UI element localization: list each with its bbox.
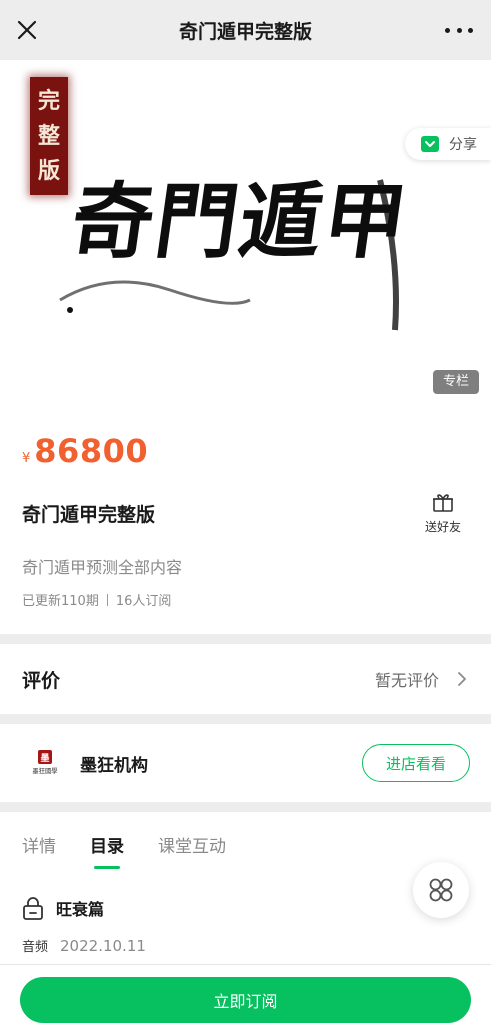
store-logo[interactable]: 墨 墨狂國學	[28, 746, 62, 780]
updated-count: 已更新110期	[22, 594, 99, 609]
divider	[106, 593, 108, 606]
lesson-item[interactable]: 旺衰篇	[22, 896, 104, 920]
share-label: 分享	[449, 137, 477, 153]
lesson-meta: 音频 2022.10.11	[22, 936, 146, 956]
share-button[interactable]: 分享	[405, 128, 491, 160]
floating-menu-button[interactable]	[413, 862, 469, 918]
tab-bar: 详情 目录 课堂互动	[0, 812, 491, 874]
course-info: ¥ 86800 奇门遁甲完整版 送好友 奇门遁甲预测全部内容 已更新110期 1…	[0, 406, 491, 634]
banner-calligraphy-title: 奇門遁甲	[65, 174, 415, 270]
price: ¥ 86800	[22, 432, 148, 470]
share-icon	[421, 136, 439, 152]
tab-catalog[interactable]: 目录	[90, 832, 124, 857]
course-title: 奇门遁甲完整版	[22, 504, 156, 526]
lock-icon	[23, 897, 43, 920]
grid-clover-icon	[429, 878, 453, 902]
lesson-title: 旺衰篇	[56, 900, 105, 919]
seal-char: 完	[37, 87, 60, 114]
store-row: 墨 墨狂國學 墨狂机构 进店看看	[0, 724, 491, 802]
currency-symbol: ¥	[22, 451, 31, 466]
price-value: 86800	[34, 432, 149, 470]
page-title: 奇门遁甲完整版	[178, 20, 312, 43]
close-icon[interactable]	[14, 17, 40, 43]
store-name[interactable]: 墨狂机构	[80, 751, 148, 776]
gift-to-friend-button[interactable]: 送好友	[421, 490, 465, 535]
course-banner: 完 整 版 奇門遁甲 分享 专栏	[0, 60, 491, 406]
active-tab-indicator	[94, 866, 120, 869]
visit-store-button[interactable]: 进店看看	[362, 744, 470, 782]
tab-details[interactable]: 详情	[22, 832, 56, 857]
review-label: 评价	[22, 669, 61, 692]
tab-class-interaction[interactable]: 课堂互动	[158, 832, 226, 857]
review-value: 暂无评价	[374, 671, 439, 690]
subscribe-button[interactable]: 立即订阅	[20, 977, 471, 1023]
course-meta: 已更新110期 16人订阅	[22, 590, 171, 609]
top-navbar: 奇门遁甲完整版	[0, 0, 491, 60]
more-icon[interactable]	[445, 20, 473, 40]
course-description: 奇门遁甲预测全部内容	[22, 558, 183, 577]
chevron-right-icon	[458, 672, 466, 686]
store-logo-text: 墨狂國學	[32, 767, 58, 775]
store-logo-mark: 墨	[38, 750, 52, 764]
column-tag: 专栏	[432, 370, 479, 394]
lesson-date: 2022.10.11	[60, 936, 146, 955]
review-row[interactable]: 评价 暂无评价	[0, 644, 491, 714]
bottom-bar: 立即订阅	[0, 964, 491, 1024]
seal-char: 整	[37, 122, 60, 149]
subscriber-count: 16人订阅	[115, 594, 172, 609]
gift-icon	[433, 494, 453, 512]
lesson-type: 音频	[22, 940, 49, 955]
gift-label: 送好友	[424, 520, 461, 534]
